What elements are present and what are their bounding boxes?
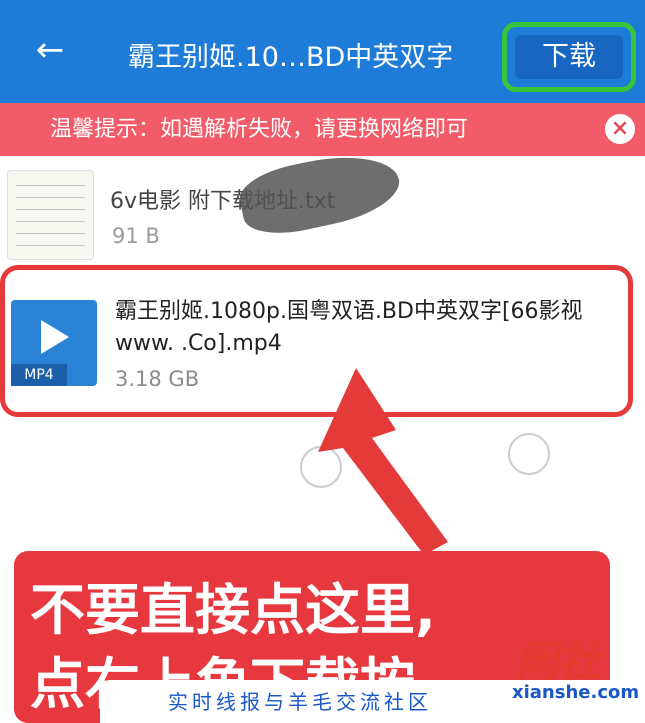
watermark-domain: xianshe.com xyxy=(512,682,640,703)
annotation-text: 不要直接点这里, xyxy=(30,578,436,642)
watermark-text: 实时线报与羊毛交流社区 xyxy=(168,690,432,714)
watermark-logo: 闲社 xyxy=(516,637,601,686)
